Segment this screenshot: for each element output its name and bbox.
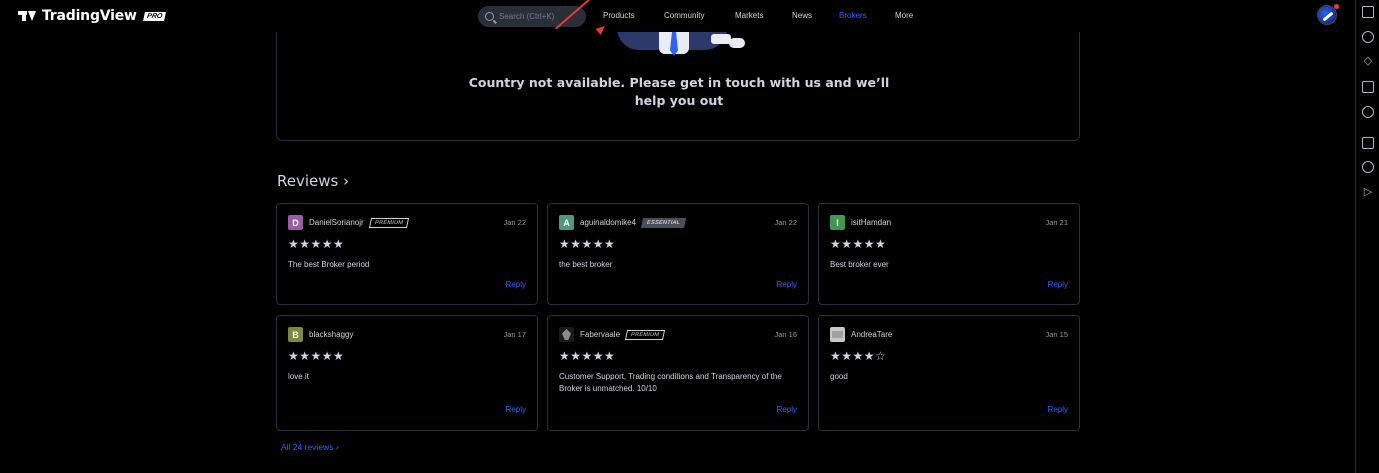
review-text: good <box>830 372 848 381</box>
star-rating: ★★★★★ <box>830 237 887 251</box>
reviews-heading[interactable]: Reviews › <box>277 172 349 190</box>
user-avatar-image[interactable] <box>830 327 845 342</box>
review-date: Jan 22 <box>503 218 526 227</box>
ideas-bulb-icon[interactable] <box>1362 106 1374 118</box>
star-rating: ★★★★★ <box>559 237 616 251</box>
review-date: Jan 15 <box>1045 330 1068 339</box>
tradingview-logo-icon <box>18 9 38 23</box>
star-rating: ★★★★☆ <box>830 349 887 363</box>
nav-markets[interactable]: Markets <box>735 11 763 20</box>
nav-community[interactable]: Community <box>664 11 704 20</box>
star-rating: ★★★★★ <box>288 349 345 363</box>
nav-more[interactable]: More <box>895 11 913 20</box>
review-date: Jan 17 <box>503 330 526 339</box>
search-icon <box>485 12 494 21</box>
review-text: love it <box>288 372 309 381</box>
alarm-clock-icon[interactable] <box>1362 31 1374 43</box>
review-text: Customer Support, Trading conditions and… <box>559 372 782 393</box>
review-card: Fabervaale PREMIUM Jan 16 ★★★★★ Customer… <box>547 315 809 431</box>
watchlist-icon[interactable] <box>1362 6 1374 18</box>
user-avatar-letter[interactable]: D <box>288 215 303 230</box>
nav-products[interactable]: Products <box>603 11 635 20</box>
plan-badge: PREMIUM <box>624 329 666 340</box>
user-avatar-letter[interactable]: B <box>288 327 303 342</box>
review-username[interactable]: DanielSorianojr <box>309 218 364 227</box>
reply-link[interactable]: Reply <box>777 280 797 289</box>
review-card: A aguinaldomike4 ESSENTIAL Jan 22 ★★★★★ … <box>547 203 809 305</box>
logo-text: TradingView <box>42 8 137 24</box>
star-rating: ★★★★★ <box>559 349 616 363</box>
support-person-illustration <box>607 28 757 56</box>
user-avatar-letter[interactable]: I <box>830 215 845 230</box>
broadcast-icon[interactable] <box>1362 161 1374 173</box>
review-date: Jan 21 <box>1045 218 1068 227</box>
reply-link[interactable]: Reply <box>1048 405 1068 414</box>
review-username[interactable]: aguinaldomike4 <box>580 218 636 227</box>
review-username[interactable]: Fabervaale <box>580 330 620 339</box>
pro-badge: PRO <box>142 11 166 21</box>
reply-link[interactable]: Reply <box>506 405 526 414</box>
plan-badge: PREMIUM <box>368 217 409 228</box>
country-unavailable-message: Country not available. Please get in tou… <box>468 75 890 108</box>
reply-link[interactable]: Reply <box>1048 280 1068 289</box>
all-reviews-link[interactable]: All 24 reviews › <box>281 442 339 452</box>
reply-link[interactable]: Reply <box>506 280 526 289</box>
top-header: TradingView PRO Search (Ctrl+K) Products… <box>0 0 1355 32</box>
user-avatar-image[interactable] <box>559 327 574 342</box>
review-text: The best Broker period <box>288 260 370 269</box>
review-card: D DanielSorianojr PREMIUM Jan 22 ★★★★★ T… <box>276 203 538 305</box>
review-username[interactable]: blackshaggy <box>309 330 353 339</box>
review-text: Best broker ever <box>830 260 889 269</box>
broker-unavailable-card: Country not available. Please get in tou… <box>276 20 1080 141</box>
reply-link[interactable]: Reply <box>777 405 797 414</box>
chat-icon[interactable] <box>1362 137 1374 149</box>
review-date: Jan 22 <box>774 218 797 227</box>
nav-news[interactable]: News <box>792 11 812 20</box>
nav-brokers[interactable]: Brokers <box>839 11 867 20</box>
review-card: I isitHamdan Jan 21 ★★★★★ Best broker ev… <box>818 203 1080 305</box>
review-text: the best broker <box>559 260 613 269</box>
review-date: Jan 16 <box>774 330 797 339</box>
user-avatar[interactable] <box>1317 4 1339 25</box>
plan-badge: ESSENTIAL <box>640 217 687 228</box>
playback-icon[interactable]: ▷ <box>1362 186 1374 198</box>
tradingview-logo[interactable]: TradingView PRO <box>18 8 166 24</box>
hotlist-icon[interactable]: ◇ <box>1362 55 1374 67</box>
calendar-icon[interactable] <box>1362 81 1374 93</box>
review-card: AndreaTare Jan 15 ★★★★☆ good Reply <box>818 315 1080 431</box>
search-placeholder: Search (Ctrl+K) <box>499 12 555 21</box>
review-username[interactable]: AndreaTare <box>851 330 892 339</box>
right-toolbar: ◇ ▷ <box>1355 0 1379 473</box>
star-rating: ★★★★★ <box>288 237 345 251</box>
review-card: B blackshaggy Jan 17 ★★★★★ love it Reply <box>276 315 538 431</box>
review-username[interactable]: isitHamdan <box>851 218 891 227</box>
user-avatar-letter[interactable]: A <box>559 215 574 230</box>
